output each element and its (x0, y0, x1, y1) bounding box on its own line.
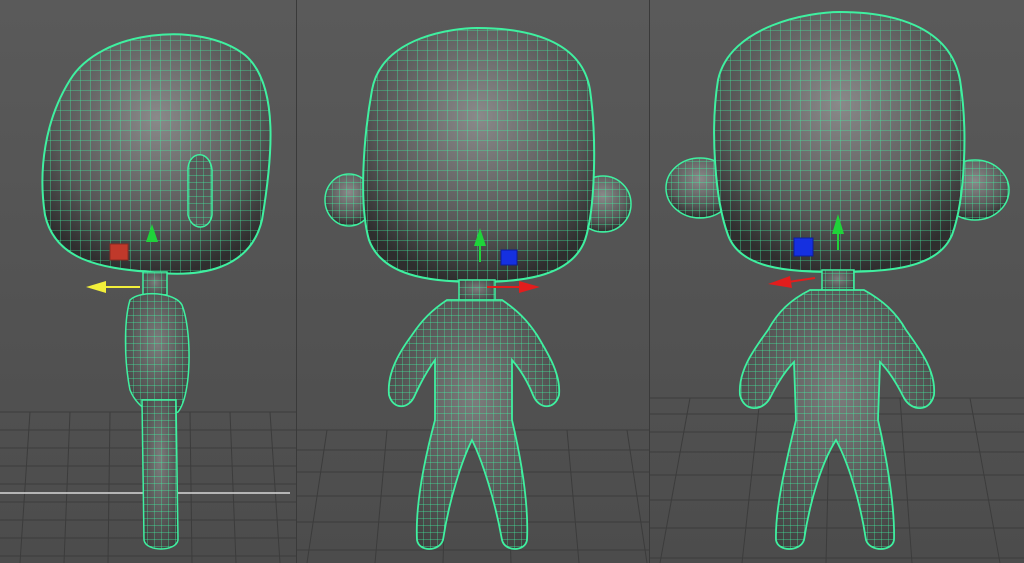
character-mesh-front[interactable] (324, 26, 632, 550)
viewport-perspective[interactable] (650, 0, 1024, 563)
pivot-handle-icon (793, 237, 814, 257)
side-view-canvas (0, 33, 296, 563)
perspective-view-canvas (650, 10, 1024, 563)
axis-x-handle (519, 281, 540, 293)
viewport-front[interactable] (297, 0, 649, 563)
axis-x-handle (768, 276, 792, 288)
front-view-canvas (297, 26, 649, 563)
character-mesh-perspective[interactable] (665, 10, 1010, 550)
pivot-handle-icon (109, 243, 129, 261)
pivot-handle-icon (500, 249, 518, 266)
character-mesh-side[interactable] (41, 33, 272, 550)
axis-x-handle (86, 281, 106, 293)
viewport-side[interactable] (0, 0, 296, 563)
grid-floor (297, 429, 649, 563)
